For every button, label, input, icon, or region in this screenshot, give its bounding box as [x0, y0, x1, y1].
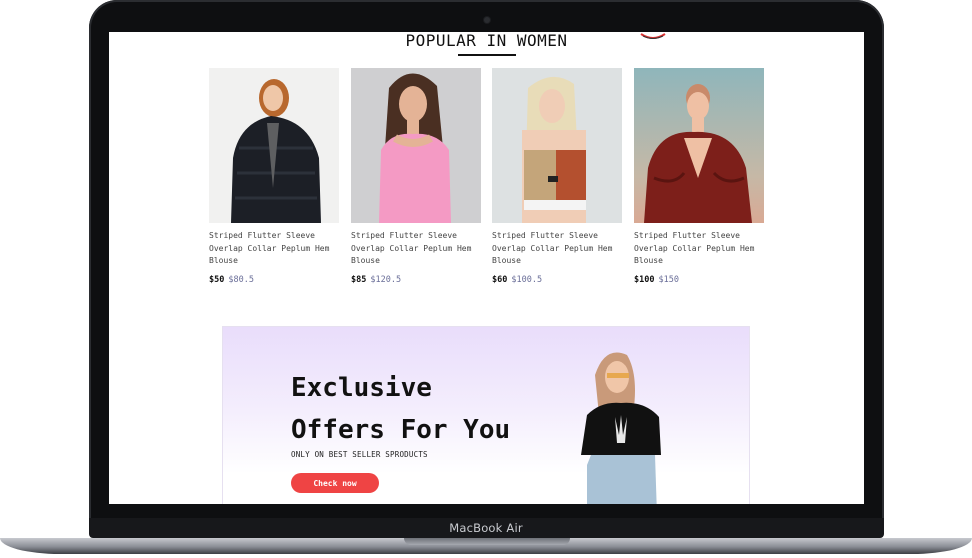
product-image[interactable]: [492, 68, 622, 223]
price-current: $60: [492, 274, 508, 285]
product-name[interactable]: Striped Flutter Sleeve Overlap Collar Pe…: [351, 230, 481, 268]
device-label: MacBook Air: [449, 521, 523, 535]
screen: POPULAR IN WOMEN Striped Flutter Sleeve …: [109, 32, 864, 504]
product-card[interactable]: Striped Flutter Sleeve Overlap Collar Pe…: [634, 68, 764, 285]
product-price: $100 $150: [634, 275, 764, 285]
camera-icon: [484, 17, 490, 23]
product-image[interactable]: [634, 68, 764, 223]
product-name[interactable]: Striped Flutter Sleeve Overlap Collar Pe…: [492, 230, 622, 268]
banner-title: Exclusive Offers For You: [291, 373, 511, 445]
product-name[interactable]: Striped Flutter Sleeve Overlap Collar Pe…: [209, 230, 339, 268]
product-price: $60 $100.5: [492, 275, 622, 285]
banner-model-image: [581, 352, 661, 504]
price-current: $50: [209, 274, 225, 285]
price-current: $85: [351, 274, 367, 285]
title-underline: [458, 54, 516, 56]
section-title: POPULAR IN WOMEN: [405, 32, 568, 50]
check-now-button[interactable]: Check now: [291, 473, 379, 493]
product-image[interactable]: [351, 68, 481, 223]
price-old: $80.5: [228, 274, 254, 285]
product-card[interactable]: Striped Flutter Sleeve Overlap Collar Pe…: [351, 68, 481, 285]
product-name[interactable]: Striped Flutter Sleeve Overlap Collar Pe…: [634, 230, 764, 268]
product-image[interactable]: [209, 68, 339, 223]
product-card[interactable]: Striped Flutter Sleeve Overlap Collar Pe…: [209, 68, 339, 285]
product-price: $50 $80.5: [209, 275, 339, 285]
promo-banner: Exclusive Offers For You ONLY ON BEST SE…: [222, 326, 750, 504]
price-current: $100: [634, 274, 655, 285]
product-card[interactable]: Striped Flutter Sleeve Overlap Collar Pe…: [492, 68, 622, 285]
price-old: $100.5: [511, 274, 543, 285]
product-price: $85 $120.5: [351, 275, 481, 285]
banner-subtitle: ONLY ON BEST SELLER SPRODUCTS: [291, 450, 428, 459]
price-old: $120.5: [370, 274, 402, 285]
shoe-image-peek: [640, 33, 666, 39]
price-old: $150: [658, 274, 679, 285]
laptop-notch: [404, 538, 570, 545]
